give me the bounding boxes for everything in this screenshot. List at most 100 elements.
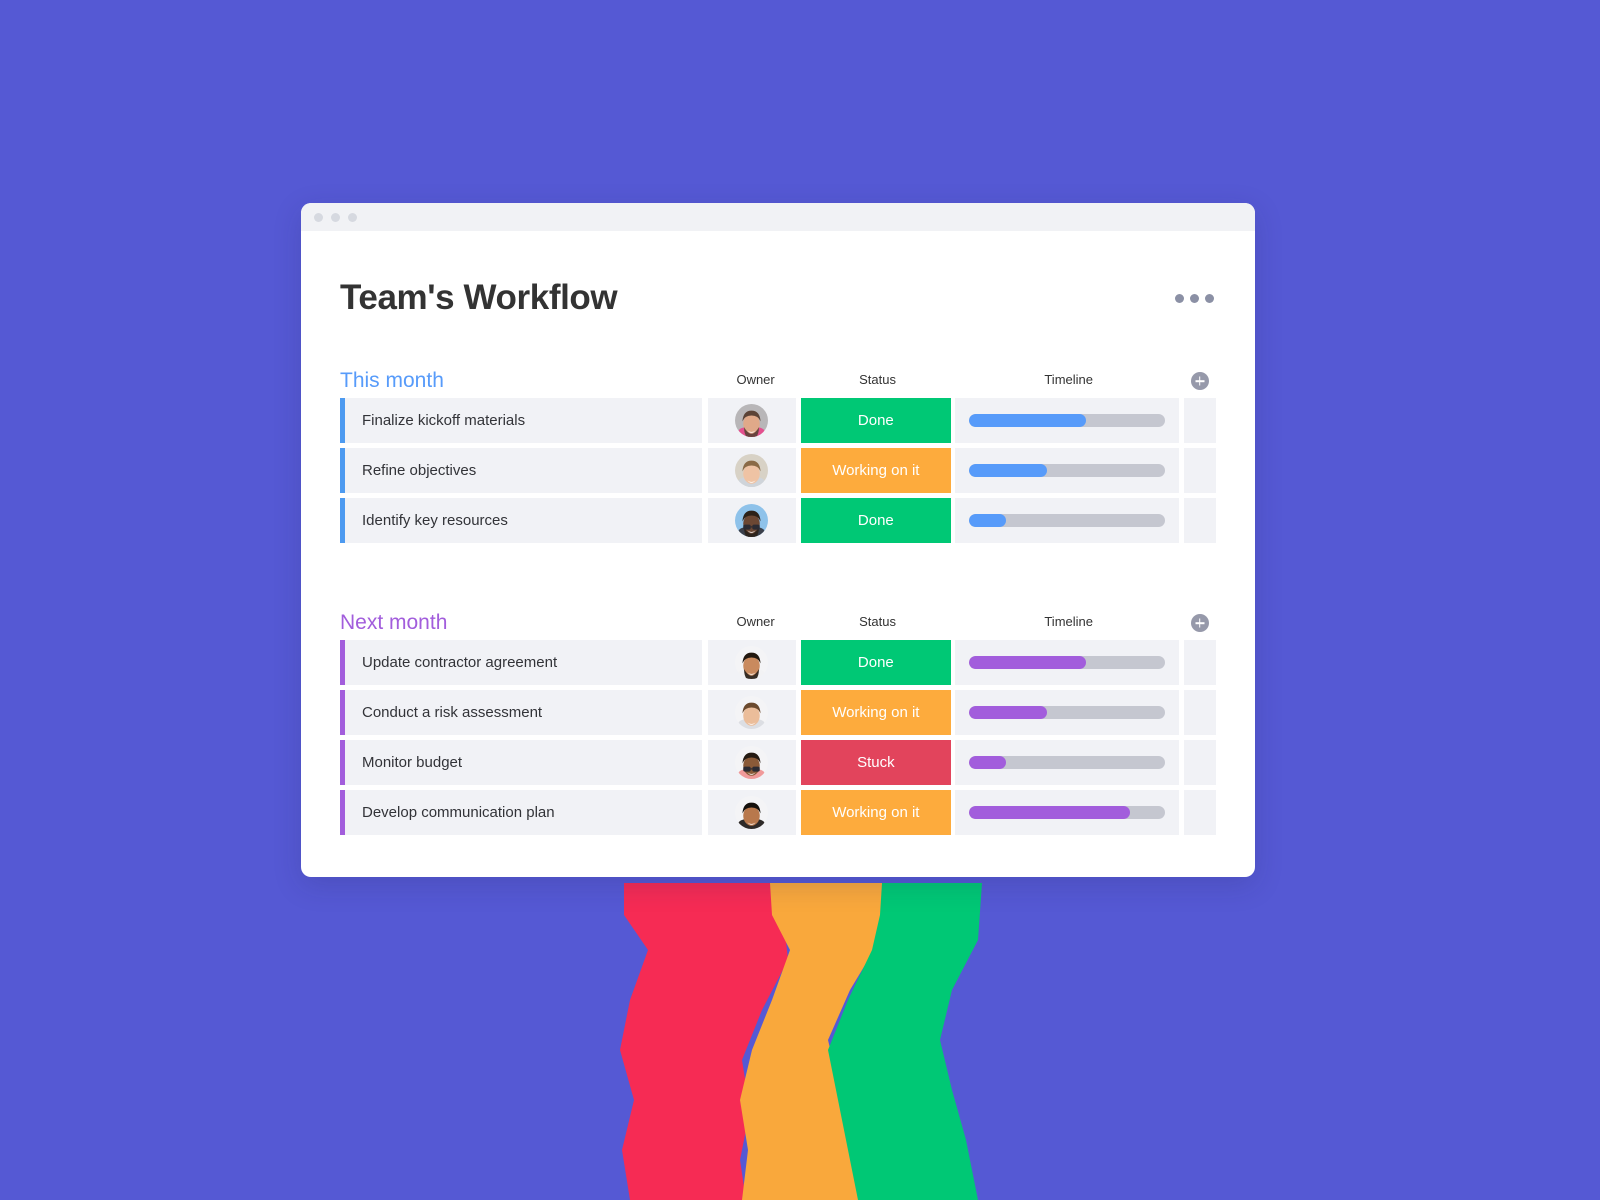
board-body: Team's Workflow This month Owner Status … (301, 231, 1255, 835)
close-dot[interactable] (314, 212, 323, 222)
owner-cell[interactable] (707, 498, 797, 543)
group-rows: Finalize kickoff materials Done Refine ob… (340, 398, 1216, 543)
board-header: Team's Workflow (340, 231, 1216, 318)
status-badge[interactable]: Done (801, 640, 951, 685)
row-end-cell[interactable] (1183, 448, 1216, 493)
column-header-status: Status (859, 372, 896, 387)
owner-cell[interactable] (707, 740, 797, 785)
timeline-fill (968, 514, 1006, 527)
status-badge[interactable]: Working on it (801, 790, 951, 835)
row-end-cell[interactable] (1183, 398, 1216, 443)
timeline-fill (968, 414, 1087, 427)
timeline-fill (968, 756, 1006, 769)
timeline-track (968, 464, 1165, 477)
row-end-cell[interactable] (1183, 790, 1216, 835)
ribbon-band-green (828, 883, 982, 1200)
timeline-fill (968, 806, 1130, 819)
menu-dot (1190, 293, 1199, 303)
row-end-cell[interactable] (1183, 690, 1216, 735)
task-cell[interactable]: Develop communication plan (340, 790, 702, 835)
timeline-cell[interactable] (954, 448, 1179, 493)
table-row[interactable]: Refine objectives Working on it (340, 448, 1216, 493)
group-header: This month Owner Status Timeline (340, 362, 1216, 392)
timeline-cell[interactable] (954, 398, 1179, 443)
status-badge[interactable]: Done (801, 398, 951, 443)
owner-cell[interactable] (707, 640, 797, 685)
timeline-fill (968, 656, 1087, 669)
add-column-button[interactable] (1190, 372, 1209, 390)
table-row[interactable]: Conduct a risk assessment Working on it (340, 690, 1216, 735)
window-titlebar (301, 203, 1255, 231)
owner-cell[interactable] (707, 790, 797, 835)
group-title[interactable]: Next month (340, 612, 447, 634)
task-name: Finalize kickoff materials (362, 412, 526, 429)
table-row[interactable]: Identify key resources Done (340, 498, 1216, 543)
table-row[interactable]: Develop communication plan Working on it (340, 790, 1216, 835)
column-header-owner: Owner (736, 372, 775, 387)
status-badge[interactable]: Stuck (801, 740, 951, 785)
add-column-cell (1183, 372, 1216, 390)
board-group-this-month: This month Owner Status Timeline Finaliz… (340, 362, 1216, 543)
task-cell[interactable]: Update contractor agreement (340, 640, 702, 685)
row-end-cell[interactable] (1183, 640, 1216, 685)
status-badge[interactable]: Working on it (801, 448, 951, 493)
table-row[interactable]: Update contractor agreement Done (340, 640, 1216, 685)
column-headers: Owner Status Timeline (340, 372, 1216, 390)
avatar (735, 646, 769, 679)
column-headers: Owner Status Timeline (340, 614, 1216, 632)
avatar (735, 746, 769, 779)
table-row[interactable]: Monitor budget Stuck (340, 740, 1216, 785)
timeline-fill (968, 706, 1048, 719)
avatar (735, 504, 769, 537)
ribbon-band-red (620, 883, 788, 1200)
menu-dot (1205, 293, 1214, 303)
task-name: Refine objectives (362, 462, 477, 479)
row-end-cell[interactable] (1183, 740, 1216, 785)
timeline-track (968, 414, 1165, 427)
menu-dot (1175, 293, 1184, 303)
avatar (735, 796, 769, 829)
status-badge[interactable]: Done (801, 498, 951, 543)
task-name: Update contractor agreement (362, 654, 558, 671)
timeline-cell[interactable] (954, 690, 1179, 735)
app-window: Team's Workflow This month Owner Status … (301, 203, 1255, 877)
avatar (735, 696, 769, 729)
group-title[interactable]: This month (340, 370, 444, 392)
timeline-track (968, 514, 1165, 527)
owner-cell[interactable] (707, 448, 797, 493)
owner-cell[interactable] (707, 690, 797, 735)
add-column-cell (1183, 614, 1216, 632)
row-end-cell[interactable] (1183, 498, 1216, 543)
task-name: Identify key resources (362, 512, 508, 529)
maximize-dot[interactable] (348, 212, 357, 222)
timeline-cell[interactable] (954, 640, 1179, 685)
minimize-dot[interactable] (331, 212, 340, 222)
owner-cell[interactable] (707, 398, 797, 443)
task-name: Conduct a risk assessment (362, 704, 543, 721)
timeline-cell[interactable] (954, 790, 1179, 835)
task-name: Monitor budget (362, 754, 463, 771)
timeline-cell[interactable] (954, 740, 1179, 785)
status-badge[interactable]: Working on it (801, 690, 951, 735)
overflow-menu-icon[interactable] (1173, 288, 1216, 309)
add-column-button[interactable] (1190, 614, 1209, 632)
group-header: Next month Owner Status Timeline (340, 604, 1216, 634)
task-cell[interactable]: Refine objectives (340, 448, 702, 493)
column-header-status: Status (859, 614, 896, 629)
task-cell[interactable]: Identify key resources (340, 498, 702, 543)
avatar (735, 454, 769, 487)
timeline-fill (968, 464, 1048, 477)
group-rows: Update contractor agreement Done Conduct … (340, 640, 1216, 835)
task-cell[interactable]: Monitor budget (340, 740, 702, 785)
column-header-timeline: Timeline (1044, 372, 1093, 387)
table-row[interactable]: Finalize kickoff materials Done (340, 398, 1216, 443)
column-header-owner: Owner (736, 614, 775, 629)
timeline-track (968, 656, 1165, 669)
timeline-track (968, 806, 1165, 819)
timeline-cell[interactable] (954, 498, 1179, 543)
task-name: Develop communication plan (362, 804, 555, 821)
timeline-track (968, 706, 1165, 719)
task-cell[interactable]: Conduct a risk assessment (340, 690, 702, 735)
timeline-track (968, 756, 1165, 769)
task-cell[interactable]: Finalize kickoff materials (340, 398, 702, 443)
